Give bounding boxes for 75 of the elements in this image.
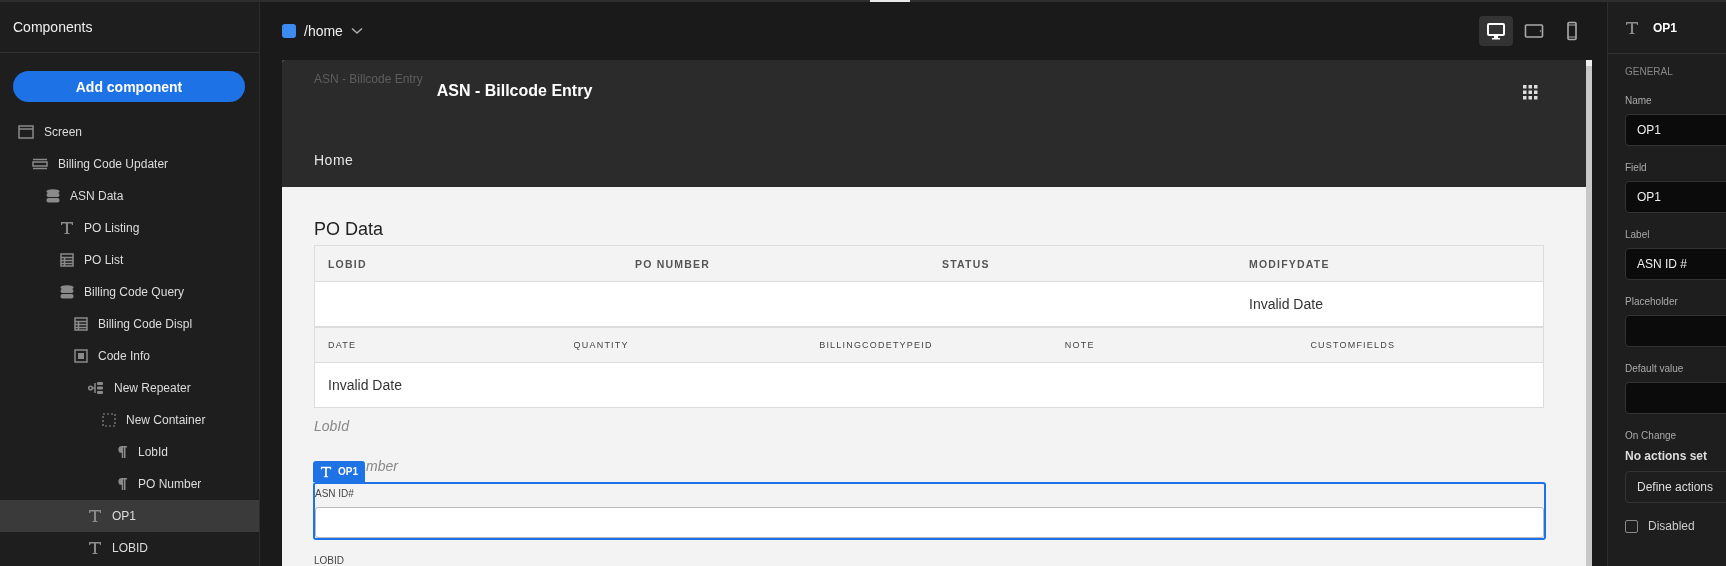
input-field[interactable]: OP1 (1625, 181, 1726, 213)
field-label: On Change (1625, 430, 1677, 441)
input-field[interactable] (315, 507, 1544, 538)
field-label: Label (1625, 229, 1650, 240)
tree-item[interactable]: OP1 (0, 500, 259, 532)
column-header: BILLINGCODETYPEID (806, 327, 1052, 363)
field-label: LOBID (314, 555, 344, 566)
checkbox-label: Disabled (1648, 519, 1695, 533)
component-badge[interactable]: OP1 (313, 461, 365, 482)
column-header: NOTE (1051, 327, 1298, 363)
tree-item[interactable]: PO Listing (0, 212, 259, 244)
apps-grid-icon[interactable] (1523, 85, 1538, 100)
app-title: ASN - Billcode Entry (436, 82, 593, 100)
tree-item[interactable]: Billing Code Query (0, 276, 259, 308)
column-header: MODIFYDATE (1236, 245, 1543, 282)
text-icon (60, 221, 74, 235)
tree-item[interactable]: Billing Code Updater (0, 148, 259, 180)
data-label: LobId (314, 418, 350, 434)
tree-item[interactable]: Screen (0, 116, 259, 148)
input-field[interactable]: OP1 (1625, 114, 1726, 146)
column-header: CUSTOMFIELDS (1297, 327, 1543, 363)
list-icon (32, 158, 48, 170)
table-cell: Invalid Date (315, 362, 561, 408)
database-icon (46, 189, 60, 203)
handle-bar[interactable] (870, 0, 910, 2)
route-dropdown[interactable]: /home (282, 23, 363, 39)
text-icon (88, 541, 102, 555)
add-component-button[interactable]: Add component (13, 71, 245, 102)
table-icon (74, 317, 88, 331)
window-icon (18, 125, 34, 139)
text-icon (1625, 20, 1639, 35)
tree-item[interactable]: New Container (0, 404, 259, 436)
section-label: GENERAL (1625, 66, 1674, 77)
database-icon (60, 285, 74, 299)
status-text: No actions set (1625, 449, 1708, 463)
column-header: DATE (315, 327, 561, 363)
field-label: Default value (1625, 363, 1684, 374)
tree-item[interactable]: PO Number (0, 468, 259, 500)
tree-item[interactable]: Billing Code Displ (0, 308, 259, 340)
checkbox[interactable] (1625, 519, 1638, 533)
field-label: Placeholder (1625, 296, 1678, 307)
text-icon (88, 509, 102, 523)
table-icon (60, 253, 74, 267)
data-label: mber (366, 458, 398, 474)
chevron-down-icon (350, 27, 363, 35)
container-icon (102, 413, 116, 427)
nav-link[interactable]: Home (314, 152, 354, 168)
tree-item[interactable]: LOBID (0, 532, 259, 564)
scrollbar[interactable] (1586, 60, 1592, 566)
column-header: QUANTITY (560, 327, 807, 363)
paragraph-icon (116, 445, 128, 459)
tree-item[interactable]: Code Info (0, 340, 259, 372)
column-header: LOBID (315, 245, 622, 282)
section-heading: PO Data (314, 219, 385, 240)
tree-item[interactable]: PO List (0, 244, 259, 276)
column-header: STATUS (929, 245, 1236, 282)
page-icon (282, 24, 296, 38)
tablet-icon (1524, 21, 1544, 41)
group-icon (74, 349, 88, 363)
desktop-view-button[interactable] (1479, 16, 1513, 46)
tree-item[interactable]: ASN Data (0, 180, 259, 212)
input-field[interactable]: ASN ID # (1625, 248, 1726, 280)
repeater-icon (88, 381, 104, 395)
monitor-icon (1486, 21, 1506, 41)
tree-item[interactable]: LobId (0, 436, 259, 468)
field-label: Name (1625, 95, 1652, 106)
panel-title: Components (13, 19, 93, 35)
paragraph-icon (116, 477, 128, 491)
table-cell: Invalid Date (1236, 281, 1543, 327)
field-label: Field (1625, 162, 1647, 173)
field-label: ASN ID# (315, 488, 354, 499)
column-header: PO NUMBER (622, 245, 929, 282)
define-actions-button[interactable]: Define actions (1625, 471, 1726, 503)
tree-item[interactable]: New Repeater (0, 372, 259, 404)
inspector-title: OP1 (1653, 20, 1677, 35)
